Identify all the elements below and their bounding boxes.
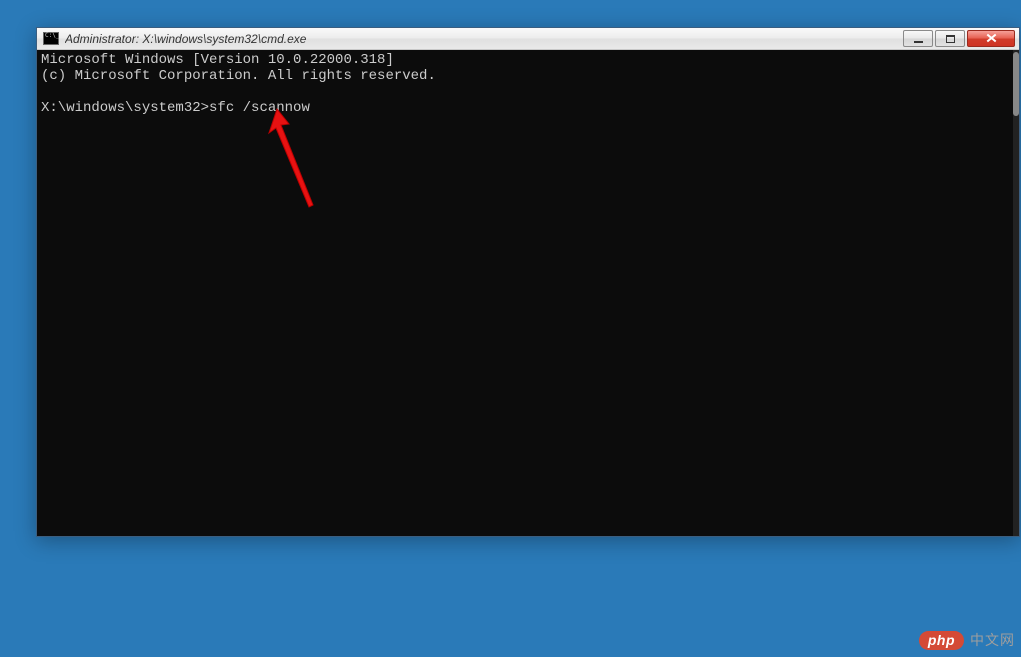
watermark: php 中文网	[919, 630, 1015, 650]
vertical-scrollbar[interactable]	[1013, 50, 1019, 536]
console-command: sfc /scannow	[209, 100, 310, 116]
maximize-button[interactable]	[935, 30, 965, 47]
console-copyright-line: (c) Microsoft Corporation. All rights re…	[41, 68, 436, 84]
watermark-brand: php	[919, 631, 964, 650]
scrollbar-thumb[interactable]	[1013, 52, 1019, 116]
titlebar[interactable]: Administrator: X:\windows\system32\cmd.e…	[37, 28, 1019, 50]
console-version-line: Microsoft Windows [Version 10.0.22000.31…	[41, 52, 394, 68]
close-icon	[986, 34, 997, 43]
window-controls	[903, 30, 1015, 47]
cmd-icon	[43, 32, 59, 45]
minimize-button[interactable]	[903, 30, 933, 47]
close-button[interactable]	[967, 30, 1015, 47]
console-prompt: X:\windows\system32>	[41, 100, 209, 116]
maximize-icon	[946, 35, 955, 43]
console-area[interactable]: Microsoft Windows [Version 10.0.22000.31…	[37, 50, 1019, 536]
cmd-window: Administrator: X:\windows\system32\cmd.e…	[36, 27, 1020, 537]
window-title: Administrator: X:\windows\system32\cmd.e…	[65, 32, 903, 46]
watermark-text: 中文网	[970, 630, 1015, 650]
minimize-icon	[914, 41, 923, 43]
